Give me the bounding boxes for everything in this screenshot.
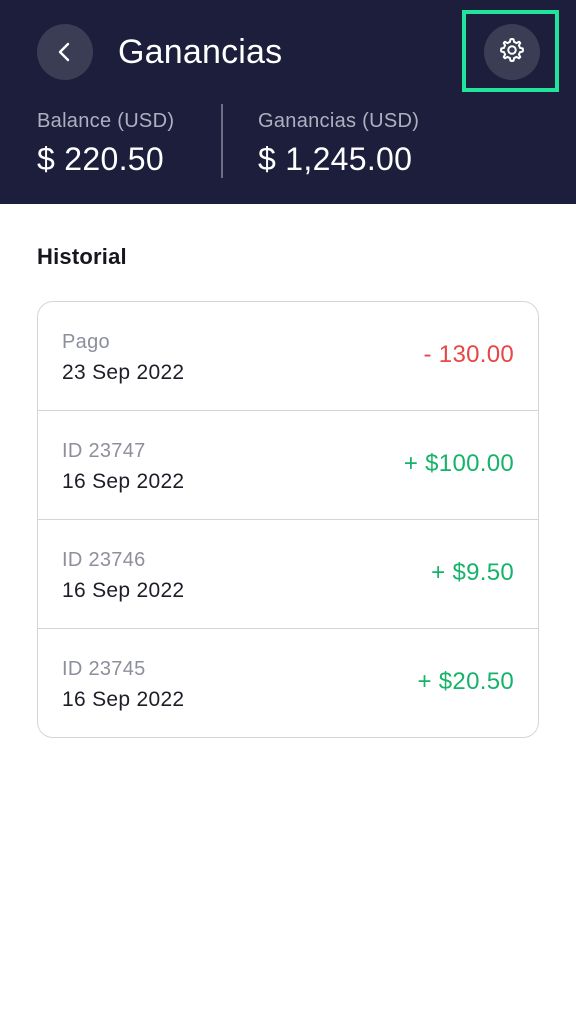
settings-button[interactable] bbox=[484, 24, 540, 80]
earnings-value: $ 1,245.00 bbox=[258, 141, 413, 177]
history-title: Historial bbox=[37, 244, 127, 269]
balance-stat: Balance (USD) $ 220.50 bbox=[37, 108, 174, 178]
history-row[interactable]: ID 23747 16 Sep 2022 + $100.00 bbox=[38, 411, 538, 520]
row-label: ID 23745 bbox=[62, 658, 146, 680]
history-row[interactable]: ID 23745 16 Sep 2022 + $20.50 bbox=[38, 629, 538, 737]
header: Ganancias Balance (USD) $ 220.50 Gananci… bbox=[0, 0, 576, 204]
back-button[interactable] bbox=[37, 24, 93, 80]
row-label: Pago bbox=[62, 331, 110, 353]
balance-label: Balance (USD) bbox=[37, 110, 175, 132]
earnings-screen: Ganancias Balance (USD) $ 220.50 Gananci… bbox=[0, 0, 576, 1024]
row-amount: - 130.00 bbox=[423, 341, 514, 368]
row-date: 16 Sep 2022 bbox=[62, 688, 185, 711]
row-label: ID 23747 bbox=[62, 440, 146, 462]
chevron-left-icon bbox=[54, 41, 76, 63]
stats-divider bbox=[221, 104, 223, 178]
earnings-label: Ganancias (USD) bbox=[258, 110, 420, 132]
balance-value: $ 220.50 bbox=[37, 141, 164, 177]
row-date: 16 Sep 2022 bbox=[62, 579, 185, 602]
gear-icon bbox=[497, 35, 527, 70]
history-row[interactable]: ID 23746 16 Sep 2022 + $9.50 bbox=[38, 520, 538, 629]
row-date: 16 Sep 2022 bbox=[62, 470, 185, 493]
earnings-stat: Ganancias (USD) $ 1,245.00 bbox=[258, 108, 419, 178]
row-date: 23 Sep 2022 bbox=[62, 361, 185, 384]
row-amount: + $9.50 bbox=[431, 559, 514, 586]
history-list: Pago 23 Sep 2022 - 130.00 ID 23747 16 Se… bbox=[37, 301, 539, 738]
row-amount: + $20.50 bbox=[417, 668, 514, 695]
row-amount: + $100.00 bbox=[403, 450, 514, 477]
row-label: ID 23746 bbox=[62, 549, 146, 571]
page-title: Ganancias bbox=[118, 33, 283, 71]
history-row[interactable]: Pago 23 Sep 2022 - 130.00 bbox=[38, 302, 538, 411]
